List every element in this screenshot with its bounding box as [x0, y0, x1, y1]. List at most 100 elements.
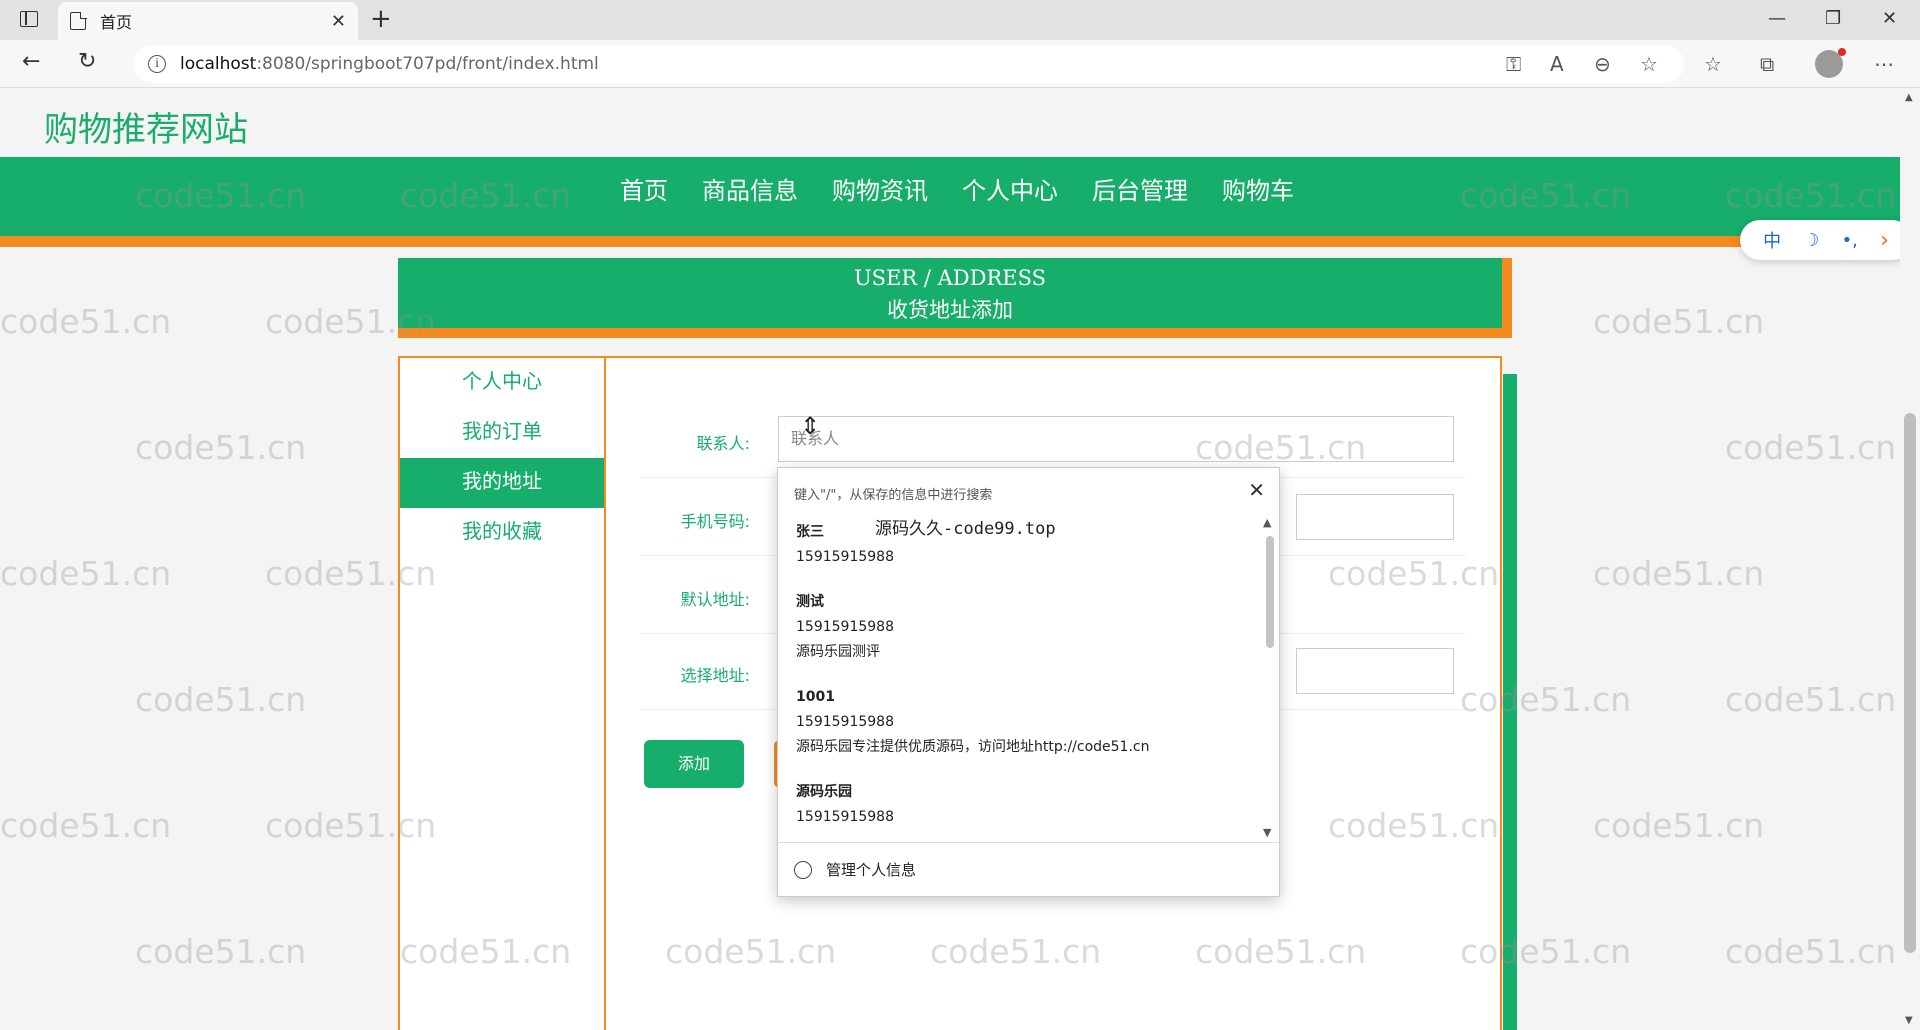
contact-input[interactable]: 联系人	[778, 416, 1454, 462]
contact-label: 联系人:	[696, 434, 750, 453]
autofill-list: 张三 15915915988 测试 15915915988 源码乐园测评 100…	[778, 520, 1258, 846]
nav-news[interactable]: 购物资讯	[832, 171, 928, 206]
window-close-icon[interactable]: ✕	[1882, 8, 1897, 29]
autofill-entry[interactable]: 测试 15915915988 源码乐园测评	[778, 590, 1258, 685]
watermark: code51.cn	[798, 88, 969, 89]
sidebar-item-favorites[interactable]: 我的收藏	[400, 508, 604, 558]
tab-title: 首页	[100, 13, 133, 32]
main-nav: 首页 商品信息 购物资讯 个人中心 后台管理 购物车	[0, 157, 1900, 247]
language-toggle[interactable]: 中	[1763, 227, 1781, 253]
phone-label: 手机号码:	[680, 512, 750, 531]
watermark: code51.cn	[135, 428, 307, 467]
watermark: code51.cn	[0, 88, 171, 89]
tab-bar: 首页 ✕ + — ❐ ✕	[0, 0, 1920, 40]
autofill-entry[interactable]: 1001 15915915988 源码乐园专注提供优质源码，访问地址http:/…	[778, 685, 1258, 780]
site-title: 购物推荐网站	[44, 110, 248, 150]
nav-cart[interactable]: 购物车	[1222, 171, 1294, 206]
favorites-icon[interactable]: ☆	[1704, 52, 1722, 76]
entry-line: 源码乐园测评	[796, 644, 880, 660]
floating-toolbar: 中 ☽ •, ›	[1740, 220, 1912, 260]
watermark: code51.cn	[0, 806, 172, 845]
select-address-input[interactable]	[1296, 648, 1454, 694]
watermark: code51.cn	[1725, 680, 1897, 719]
watermark: code51.cn	[1725, 932, 1897, 971]
text-cursor-icon: ⇕	[800, 412, 821, 440]
watermark: code51.cn	[0, 302, 172, 341]
autofill-scrollbar[interactable]: ▲ ▼	[1260, 512, 1278, 842]
url-field[interactable]: i localhost:8080/springboot707pd/front/i…	[134, 45, 1684, 83]
zoom-out-icon[interactable]: ⊖	[1594, 52, 1611, 76]
person-settings-icon	[794, 860, 812, 879]
entry-name: 测试	[796, 594, 824, 610]
chevron-right-icon[interactable]: ›	[1880, 228, 1889, 253]
section-heading: USER / ADDRESS 收货地址添加	[398, 258, 1512, 338]
close-icon[interactable]: ✕	[1248, 478, 1265, 502]
key-icon[interactable]: ⚿	[1506, 52, 1521, 76]
moon-icon[interactable]: ☽	[1803, 230, 1819, 251]
sidebar: 个人中心 我的订单 我的地址 我的收藏	[400, 358, 606, 1030]
nav-products[interactable]: 商品信息	[702, 171, 798, 206]
nav-admin[interactable]: 后台管理	[1092, 171, 1188, 206]
entry-name: 1001	[796, 689, 835, 705]
restore-icon[interactable]: ❐	[1825, 8, 1841, 29]
watermark: code51.cn	[1725, 428, 1897, 467]
page-scrollbar[interactable]: ▲ ▼	[1900, 88, 1920, 1030]
select-address-label: 选择地址:	[680, 666, 750, 685]
overlay-watermark-text: 源码久久-code99.top	[875, 519, 1056, 539]
watermark: code51.cn	[532, 88, 703, 89]
watermark: code51.cn	[0, 554, 172, 593]
tab-actions-icon[interactable]	[20, 11, 38, 27]
watermark: code51.cn	[265, 88, 436, 89]
scroll-thumb[interactable]	[1266, 536, 1274, 648]
entry-line: 15915915988	[796, 809, 894, 825]
default-address-label: 默认地址:	[680, 590, 750, 609]
add-button[interactable]: 添加	[644, 740, 744, 788]
scroll-up-icon[interactable]: ▲	[1263, 516, 1271, 529]
watermark: code51.cn	[1063, 88, 1234, 89]
entry-line: 15915915988	[796, 549, 894, 565]
read-aloud-icon[interactable]: A	[1550, 52, 1564, 76]
watermark: code51.cn	[1593, 302, 1765, 341]
url-host: localhost	[180, 54, 257, 74]
close-tab-icon[interactable]: ✕	[331, 11, 346, 32]
watermark: code51.cn	[1328, 88, 1499, 89]
nav-home[interactable]: 首页	[620, 171, 668, 206]
back-icon[interactable]: ←	[22, 49, 40, 74]
profile-avatar[interactable]	[1815, 48, 1846, 78]
entry-line: 15915915988	[796, 714, 894, 730]
autofill-entry[interactable]: 源码乐园 15915915988	[778, 780, 1258, 846]
page-icon	[70, 11, 87, 30]
scroll-down-icon[interactable]: ▼	[1263, 826, 1271, 839]
autofill-hint: 键入"/"，从保存的信息中进行搜索	[794, 488, 993, 503]
decorative-edge	[1503, 374, 1517, 1030]
page-scroll-thumb[interactable]	[1904, 413, 1916, 953]
page-scroll-down-icon[interactable]: ▼	[1905, 1015, 1913, 1026]
phone-input[interactable]	[1296, 494, 1454, 540]
sidebar-item-address[interactable]: 我的地址	[400, 458, 604, 508]
entry-line: 15915915988	[796, 619, 894, 635]
sidebar-item-orders[interactable]: 我的订单	[400, 408, 604, 458]
heading-cn: 收货地址添加	[887, 298, 1013, 322]
info-icon[interactable]: i	[148, 55, 166, 73]
collections-icon[interactable]: ⧉	[1760, 52, 1774, 76]
url-path: :8080/springboot707pd/front/index.html	[256, 54, 599, 74]
refresh-icon[interactable]: ↻	[78, 49, 96, 74]
watermark: code51.cn	[135, 932, 307, 971]
address-bar: ← ↻ i localhost:8080/springboot707pd/fro…	[0, 40, 1920, 88]
watermark: code51.cn	[1593, 554, 1765, 593]
watermark: code51.cn	[135, 680, 307, 719]
entry-name: 源码乐园	[796, 784, 852, 800]
heading-en: USER / ADDRESS	[853, 266, 1047, 290]
browser-tab[interactable]: 首页 ✕	[58, 2, 358, 40]
page-scroll-up-icon[interactable]: ▲	[1905, 92, 1913, 103]
add-favorite-icon[interactable]: ☆	[1640, 52, 1658, 76]
dots-icon[interactable]: •,	[1842, 230, 1858, 251]
more-icon[interactable]: ⋯	[1874, 52, 1894, 76]
sidebar-item-personal-center[interactable]: 个人中心	[400, 358, 604, 408]
new-tab-icon[interactable]: +	[370, 4, 392, 34]
manage-personal-info[interactable]: 管理个人信息	[778, 842, 1279, 896]
footer-label: 管理个人信息	[826, 861, 917, 879]
minimize-icon[interactable]: —	[1768, 8, 1786, 29]
nav-personal-center[interactable]: 个人中心	[962, 171, 1058, 206]
entry-line: 源码乐园专注提供优质源码，访问地址http://code51.cn	[796, 739, 1150, 755]
